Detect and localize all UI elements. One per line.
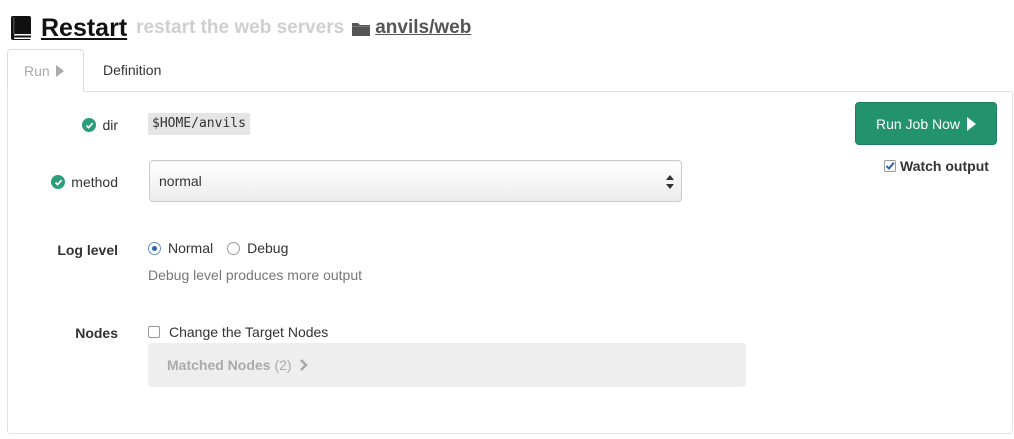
log-level-debug-label[interactable]: Debug [247,240,288,256]
play-icon [967,116,977,131]
log-level-help: Debug level produces more output [148,267,363,283]
tab-run-label: Run [24,62,50,79]
matched-nodes-toggle[interactable]: Matched Nodes (2) [148,343,746,387]
method-selected-value: normal [159,173,202,189]
method-label: method [71,174,118,190]
log-level-debug-radio[interactable] [227,241,241,255]
watch-output-checkbox[interactable] [884,160,896,172]
log-level-radio-group: Normal Debug [148,240,302,256]
folder-icon [352,22,371,36]
check-circle-icon [51,175,66,189]
select-arrows-icon [666,175,674,189]
log-level-normal-label[interactable]: Normal [168,240,213,256]
tab-definition[interactable]: Definition [84,49,161,91]
option-label-method: method [20,172,118,192]
watch-output-label[interactable]: Watch output [900,158,989,174]
tab-bar: Run Definition [7,49,161,92]
check-circle-icon [82,118,97,132]
book-icon [11,16,33,40]
dir-value: $HOME/anvils [148,113,250,135]
job-title[interactable]: Restart [41,14,127,43]
job-description: restart the web servers [136,17,345,38]
group-link[interactable]: anvils/web [375,17,471,39]
nodes-label: Nodes [75,325,118,341]
matched-nodes-count: (2) [274,357,292,373]
watch-output: Watch output [884,158,989,174]
change-target-nodes-checkbox[interactable] [148,326,160,338]
chevron-right-icon [299,359,308,371]
change-target-nodes-label[interactable]: Change the Target Nodes [169,324,328,340]
run-job-now-label: Run Job Now [875,115,961,132]
dir-label: dir [102,117,118,133]
change-target-nodes: Change the Target Nodes [148,324,328,340]
log-level-normal-radio[interactable] [148,241,161,255]
job-header: Restart restart the web servers anvils/w… [9,11,471,45]
log-level-label: Log level [57,242,118,258]
tab-run[interactable]: Run [7,49,84,92]
method-select[interactable]: normal [149,160,682,202]
tab-definition-label: Definition [103,62,162,78]
run-job-now-button[interactable]: Run Job Now [855,102,997,145]
matched-nodes-label: Matched Nodes [167,357,271,373]
play-icon [55,64,64,77]
checkmark-icon [885,162,895,170]
option-label-dir: dir [40,115,118,135]
